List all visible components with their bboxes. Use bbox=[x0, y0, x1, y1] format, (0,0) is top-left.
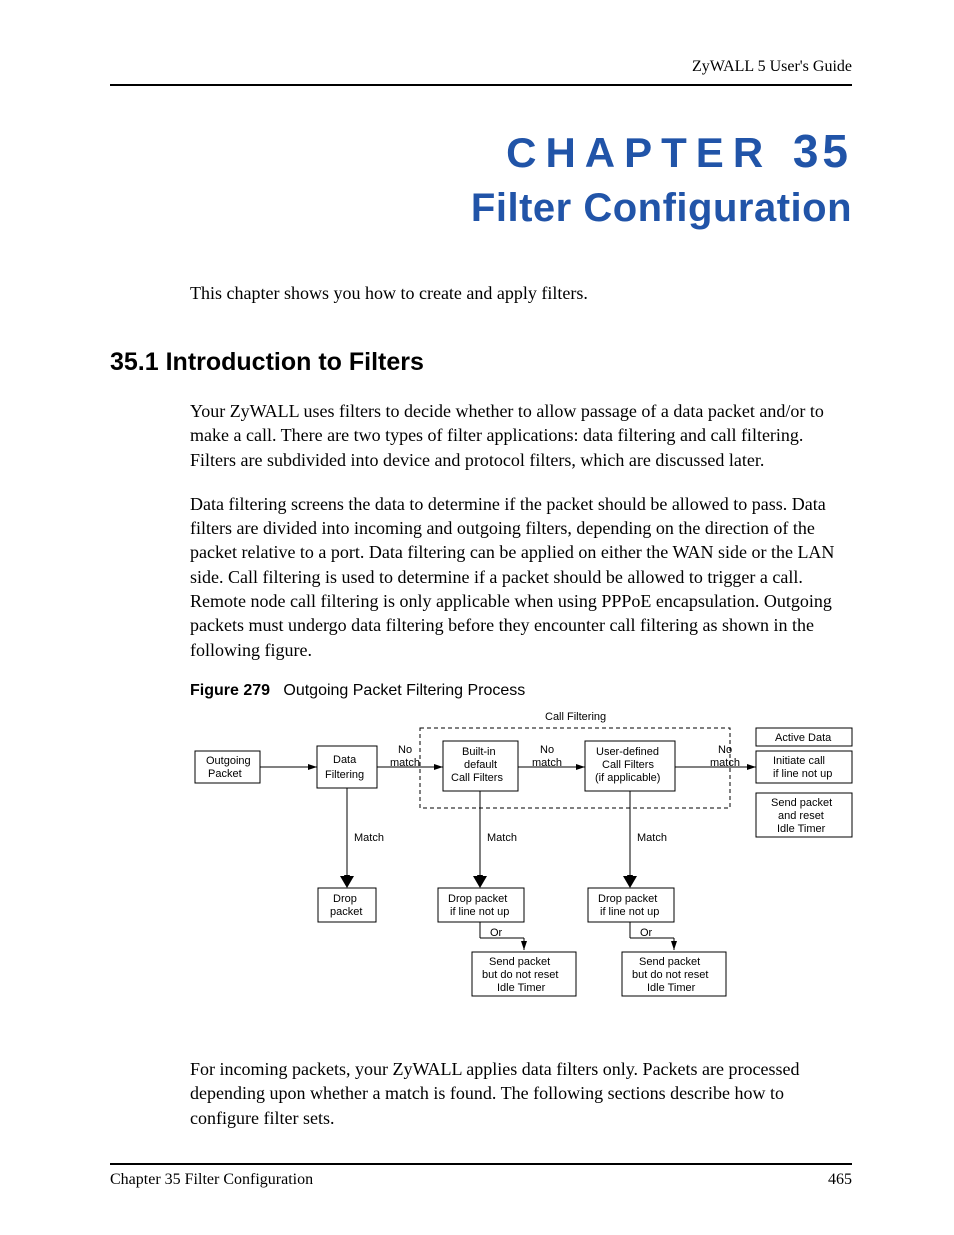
svg-text:Or: Or bbox=[640, 927, 653, 939]
svg-text:Drop packet: Drop packet bbox=[598, 893, 657, 905]
diagram-group-label: Call Filtering bbox=[545, 711, 606, 723]
svg-text:Call Filters: Call Filters bbox=[451, 772, 503, 784]
svg-text:(if applicable): (if applicable) bbox=[595, 772, 660, 784]
header-rule bbox=[110, 84, 852, 86]
svg-text:User-defined: User-defined bbox=[596, 746, 659, 758]
svg-text:Active Data: Active Data bbox=[775, 732, 832, 744]
svg-text:Packet: Packet bbox=[208, 768, 242, 780]
svg-text:Initiate call: Initiate call bbox=[773, 755, 825, 767]
figure-label: Figure 279 bbox=[190, 682, 270, 699]
svg-text:but do not reset: but do not reset bbox=[632, 969, 708, 981]
chapter-intro: This chapter shows you how to create and… bbox=[190, 283, 852, 304]
svg-text:Drop packet: Drop packet bbox=[448, 893, 507, 905]
svg-text:Match: Match bbox=[487, 832, 517, 844]
svg-text:Send packet: Send packet bbox=[771, 797, 832, 809]
svg-text:match: match bbox=[532, 757, 562, 769]
section-p2: Data filtering screens the data to deter… bbox=[190, 492, 842, 662]
chapter-number-line: CHAPTER 35 bbox=[110, 124, 852, 178]
svg-text:packet: packet bbox=[330, 906, 362, 918]
svg-text:Outgoing: Outgoing bbox=[206, 755, 251, 767]
footer-chapter: Chapter 35 Filter Configuration bbox=[110, 1171, 313, 1189]
footer-page-number: 465 bbox=[828, 1171, 852, 1189]
svg-text:match: match bbox=[390, 757, 420, 769]
header-guide: ZyWALL 5 User's Guide bbox=[110, 58, 852, 76]
figure-caption-text: Outgoing Packet Filtering Process bbox=[283, 682, 525, 699]
svg-text:and reset: and reset bbox=[778, 810, 824, 822]
chapter-number: 35 bbox=[793, 125, 852, 177]
chapter-label: CHAPTER bbox=[506, 129, 772, 176]
svg-text:Match: Match bbox=[354, 832, 384, 844]
svg-text:No: No bbox=[398, 744, 412, 756]
svg-text:Built-in: Built-in bbox=[462, 746, 496, 758]
svg-text:No: No bbox=[540, 744, 554, 756]
svg-text:Send packet: Send packet bbox=[639, 956, 700, 968]
svg-text:if line not up: if line not up bbox=[450, 906, 509, 918]
svg-text:if line not up: if line not up bbox=[600, 906, 659, 918]
svg-text:Match: Match bbox=[637, 832, 667, 844]
svg-text:Or: Or bbox=[490, 927, 503, 939]
figure-diagram: Call Filtering Outgoing Packet Data Filt… bbox=[190, 706, 852, 1031]
svg-text:Idle Timer: Idle Timer bbox=[497, 982, 546, 994]
svg-text:Call Filters: Call Filters bbox=[602, 759, 654, 771]
svg-text:Drop: Drop bbox=[333, 893, 357, 905]
svg-text:match: match bbox=[710, 757, 740, 769]
section-p3: For incoming packets, your ZyWALL applie… bbox=[190, 1057, 842, 1130]
svg-text:if line not up: if line not up bbox=[773, 768, 832, 780]
chapter-title: Filter Configuration bbox=[110, 186, 852, 231]
section-p1: Your ZyWALL uses filters to decide wheth… bbox=[190, 399, 842, 472]
svg-text:Idle Timer: Idle Timer bbox=[777, 823, 826, 835]
svg-text:default: default bbox=[464, 759, 497, 771]
footer: Chapter 35 Filter Configuration 465 bbox=[110, 1163, 852, 1189]
svg-text:No: No bbox=[718, 744, 732, 756]
svg-text:Filtering: Filtering bbox=[325, 769, 364, 781]
svg-text:Idle Timer: Idle Timer bbox=[647, 982, 696, 994]
figure-caption: Figure 279 Outgoing Packet Filtering Pro… bbox=[190, 682, 852, 700]
section-heading: 35.1 Introduction to Filters bbox=[110, 348, 852, 377]
svg-text:but do not reset: but do not reset bbox=[482, 969, 558, 981]
svg-text:Send packet: Send packet bbox=[489, 956, 550, 968]
svg-text:Data: Data bbox=[333, 754, 357, 766]
footer-rule bbox=[110, 1163, 852, 1165]
